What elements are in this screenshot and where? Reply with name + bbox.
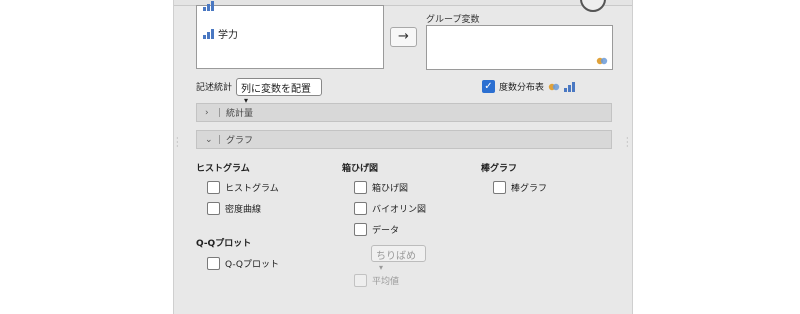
separator: | xyxy=(218,134,222,145)
option-label: 密度曲線 xyxy=(225,205,262,215)
histogram-checkbox[interactable] xyxy=(207,181,220,194)
variables-list[interactable]: 学力 xyxy=(196,1,384,69)
descriptives-layout-select[interactable]: 列に変数を配置▾ xyxy=(236,78,322,105)
violin-option[interactable]: バイオリン図 xyxy=(354,202,426,215)
chevron-down-icon: ▾ xyxy=(379,263,384,272)
density-checkbox[interactable] xyxy=(207,202,220,215)
frequency-table-option[interactable]: ✓ 度数分布表 xyxy=(482,80,576,93)
data-option[interactable]: データ xyxy=(354,223,399,236)
mean-option[interactable]: 平均値 xyxy=(354,274,399,287)
section-title: 統計量 xyxy=(226,109,254,119)
statistics-section-header[interactable]: › | 統計量 xyxy=(196,103,612,122)
continuous-variable-icon xyxy=(203,28,214,39)
nominal-variable-icon xyxy=(596,57,608,65)
close-panel-button[interactable] xyxy=(580,0,606,12)
boxplot-heading: 箱ひげ図 xyxy=(342,164,379,174)
select-value: ちりばめ xyxy=(376,251,416,262)
section-title: グラフ xyxy=(226,136,254,146)
resize-handle-left[interactable]: · · · xyxy=(176,135,179,151)
qq-option[interactable]: Q-Qプロット xyxy=(207,257,279,270)
option-label: Q-Qプロット xyxy=(225,260,279,270)
select-value: 列に変数を配置 xyxy=(241,84,311,95)
bar-checkbox[interactable] xyxy=(493,181,506,194)
histogram-option[interactable]: ヒストグラム xyxy=(207,181,279,194)
option-label: 箱ひげ図 xyxy=(372,184,409,194)
boxplot-option[interactable]: 箱ひげ図 xyxy=(354,181,408,194)
bar-option[interactable]: 棒グラフ xyxy=(493,181,547,194)
data-checkbox[interactable] xyxy=(354,223,367,236)
data-style-select[interactable]: ちりばめ▾ xyxy=(371,245,426,272)
bar-heading: 棒グラフ xyxy=(481,164,518,174)
graphs-section-header[interactable]: ⌄ | グラフ xyxy=(196,130,612,149)
option-label: 平均値 xyxy=(372,277,400,287)
violin-checkbox[interactable] xyxy=(354,202,367,215)
frequency-table-label: 度数分布表 xyxy=(499,83,545,93)
group-variable-drop-zone[interactable] xyxy=(426,25,613,70)
option-label: データ xyxy=(372,226,400,236)
chevron-right-icon: › xyxy=(205,107,209,118)
variable-label: 学力 xyxy=(218,30,238,41)
option-label: 棒グラフ xyxy=(511,184,548,194)
boxplot-checkbox[interactable] xyxy=(354,181,367,194)
continuous-variable-icon xyxy=(203,0,214,11)
continuous-variable-icon xyxy=(564,81,576,92)
histogram-heading: ヒストグラム xyxy=(196,164,250,174)
move-to-group-button[interactable]: → xyxy=(390,27,417,47)
options-panel: 学力 → グループ変数 記述統計 列に変数を配置▾ ✓ 度数分布表 › | 統計… xyxy=(173,0,633,314)
qq-heading: Q-Qプロット xyxy=(196,239,252,249)
descriptives-label: 記述統計 xyxy=(196,83,233,93)
list-item[interactable]: 学力 xyxy=(203,26,238,41)
separator: | xyxy=(218,107,222,118)
list-item-partial[interactable] xyxy=(203,0,214,11)
resize-handle-right[interactable]: · · · xyxy=(626,135,629,151)
density-option[interactable]: 密度曲線 xyxy=(207,202,261,215)
nominal-variable-icon xyxy=(548,83,560,90)
option-label: バイオリン図 xyxy=(372,205,427,215)
frequency-table-checkbox[interactable]: ✓ xyxy=(482,80,495,93)
chevron-down-icon: ⌄ xyxy=(205,134,213,145)
qq-checkbox[interactable] xyxy=(207,257,220,270)
mean-checkbox[interactable] xyxy=(354,274,367,287)
option-label: ヒストグラム xyxy=(225,184,279,194)
group-variable-label: グループ変数 xyxy=(426,15,480,25)
